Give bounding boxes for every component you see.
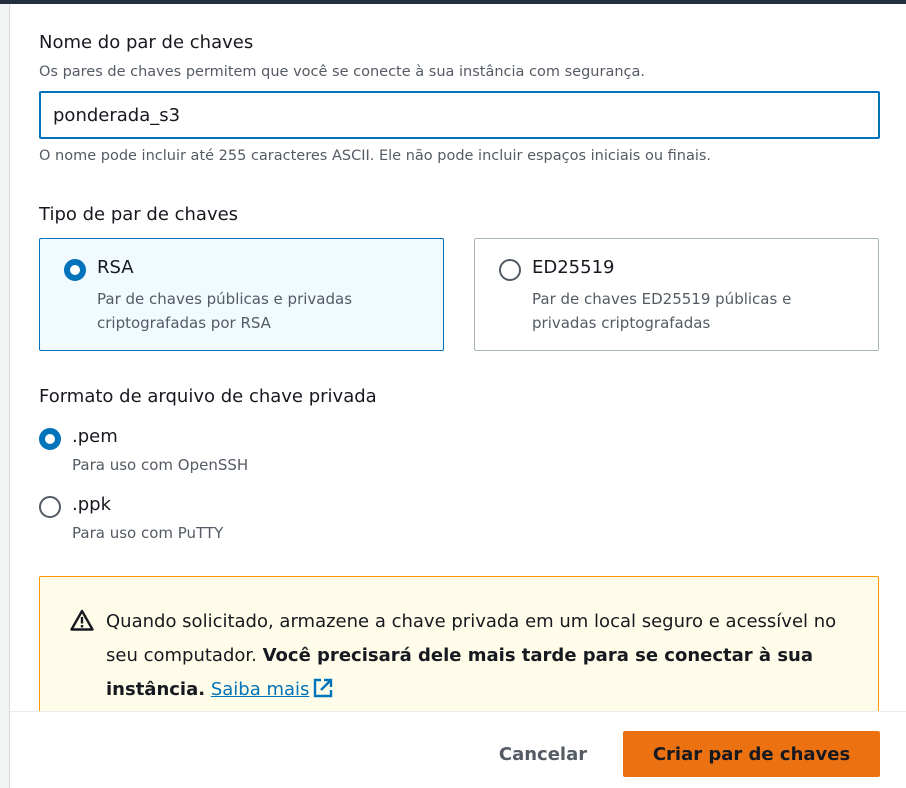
format-ppk-title: .ppk	[72, 494, 111, 515]
format-ppk-description: Para uso com PuTTY	[72, 524, 224, 542]
external-link-icon[interactable]	[313, 676, 333, 710]
create-key-pair-button[interactable]: Criar par de chaves	[623, 731, 880, 777]
background-page-edge	[0, 4, 10, 788]
learn-more-link[interactable]: Saiba mais	[211, 679, 310, 700]
key-pair-type-label: Tipo de par de chaves	[39, 204, 239, 225]
modal-footer: Cancelar Criar par de chaves	[10, 711, 906, 788]
key-type-tile-ed25519[interactable]: ED25519 Par de chaves ED25519 públicas e…	[474, 238, 879, 351]
key-type-rsa-description: Par de chaves públicas e privadas cripto…	[97, 290, 353, 332]
key-type-rsa-title: RSA	[97, 257, 134, 278]
key-type-tile-rsa[interactable]: RSA Par de chaves públicas e privadas cr…	[39, 238, 444, 351]
warning-alert: Quando solicitado, armazene a chave priv…	[39, 576, 879, 726]
key-pair-name-label: Nome do par de chaves	[39, 32, 254, 53]
warning-alert-text: Quando solicitado, armazene a chave priv…	[106, 605, 858, 710]
cancel-button[interactable]: Cancelar	[478, 731, 608, 777]
private-key-format-label: Formato de arquivo de chave privada	[39, 386, 377, 407]
warning-icon	[70, 609, 94, 635]
radio-pem[interactable]	[39, 428, 61, 450]
format-pem-description: Para uso com OpenSSH	[72, 456, 249, 474]
radio-rsa[interactable]	[64, 259, 86, 281]
key-pair-name-constraint: O nome pode incluir até 255 caracteres A…	[39, 148, 712, 164]
top-bar	[0, 0, 906, 4]
key-type-ed25519-description: Par de chaves ED25519 públicas e privada…	[532, 290, 792, 332]
format-pem-title: .pem	[72, 426, 118, 447]
radio-ed25519[interactable]	[499, 259, 521, 281]
key-pair-name-input[interactable]	[39, 91, 880, 139]
key-pair-name-description: Os pares de chaves permitem que você se …	[39, 64, 645, 80]
key-type-ed25519-title: ED25519	[532, 257, 615, 278]
radio-ppk[interactable]	[39, 496, 61, 518]
